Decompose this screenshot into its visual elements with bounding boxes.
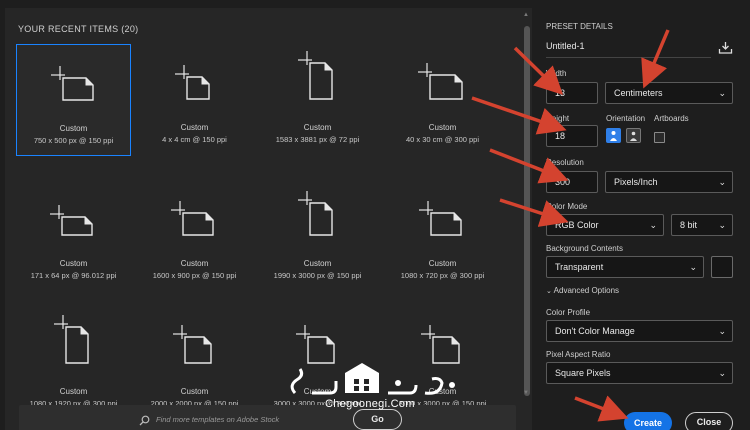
portrait-icon xyxy=(610,131,617,141)
chevron-down-icon: ⌄ xyxy=(689,262,697,272)
portrait-orientation-button[interactable] xyxy=(606,128,621,143)
preset-name-underline xyxy=(546,57,711,58)
recent-item-name: Custom xyxy=(59,124,88,133)
recent-item-dimensions: 1080 x 720 px @ 300 ppi xyxy=(400,271,485,280)
color-profile-value: Don't Color Manage xyxy=(555,326,635,336)
unit-dropdown[interactable]: Centimeters ⌄ xyxy=(605,82,733,104)
recent-item-dimensions: 1583 x 3881 px @ 72 ppi xyxy=(275,135,360,144)
recent-item-tile[interactable]: Custom 4 x 4 cm @ 150 ppi xyxy=(137,44,252,156)
bit-depth-dropdown[interactable]: 8 bit ⌄ xyxy=(671,214,733,236)
scroll-down-arrow-icon[interactable]: ▼ xyxy=(523,390,529,396)
chevron-down-icon: ⌄ xyxy=(546,288,552,295)
color-mode-dropdown[interactable]: RGB Color ⌄ xyxy=(546,214,664,236)
resolution-unit-value: Pixels/Inch xyxy=(614,177,658,187)
recent-item-name: Custom xyxy=(428,259,457,268)
recent-item-tile[interactable]: Custom 40 x 30 cm @ 300 ppi xyxy=(385,44,500,156)
chevron-down-icon: ⌄ xyxy=(718,326,726,336)
recent-item-name: Custom xyxy=(180,259,209,268)
recent-item-name: Custom xyxy=(59,259,88,268)
watermark-logo-icon xyxy=(290,363,455,395)
chevron-down-icon: ⌄ xyxy=(718,88,726,98)
scrollbar[interactable]: ▲ ▼ xyxy=(522,12,532,400)
width-label: Width xyxy=(546,69,567,78)
chevron-down-icon: ⌄ xyxy=(718,220,726,230)
scroll-thumb[interactable] xyxy=(524,26,530,396)
height-label: Height xyxy=(546,114,570,123)
artboards-label: Artboards xyxy=(654,114,689,123)
recent-item-name: Custom xyxy=(428,123,457,132)
unit-value: Centimeters xyxy=(614,88,663,98)
pixel-aspect-ratio-dropdown[interactable]: Square Pixels ⌄ xyxy=(546,362,733,384)
recent-item-dimensions: 171 x 64 px @ 96.012 ppi xyxy=(30,271,117,280)
document-preview-icon xyxy=(173,325,212,364)
bit-depth-value: 8 bit xyxy=(680,220,698,230)
recent-item-dimensions: 1600 x 900 px @ 150 ppi xyxy=(152,271,237,280)
document-preview-icon xyxy=(298,191,333,236)
recent-item-tile[interactable]: Custom 171 x 64 px @ 96.012 ppi xyxy=(16,180,131,292)
recent-items-title: YOUR RECENT ITEMS (20) xyxy=(18,24,139,34)
recent-item-name: Custom xyxy=(303,259,332,268)
color-mode-label: Color Mode xyxy=(546,202,588,211)
chevron-down-icon: ⌄ xyxy=(649,220,657,230)
create-button[interactable]: Create xyxy=(624,412,672,430)
landscape-orientation-button[interactable] xyxy=(626,128,641,143)
recent-item-tile[interactable]: Custom 1990 x 3000 px @ 150 ppi xyxy=(260,180,375,292)
search-icon xyxy=(139,413,150,430)
recent-item-tile[interactable]: Custom 2000 x 2000 px @ 150 ppi xyxy=(137,308,252,420)
recent-item-tile[interactable]: Custom 1080 x 1920 px @ 300 ppi xyxy=(16,308,131,420)
resolution-label: Resolution xyxy=(546,158,584,167)
document-preview-icon xyxy=(171,201,214,236)
chevron-down-icon: ⌄ xyxy=(718,368,726,378)
background-contents-value: Transparent xyxy=(555,262,604,272)
document-preview-icon xyxy=(419,201,462,236)
pixel-aspect-ratio-value: Square Pixels xyxy=(555,368,611,378)
background-contents-dropdown[interactable]: Transparent ⌄ xyxy=(546,256,704,278)
landscape-icon xyxy=(630,131,637,141)
watermark: Chegoonegi.Com xyxy=(270,355,470,417)
color-profile-label: Color Profile xyxy=(546,308,591,317)
close-button[interactable]: Close xyxy=(685,412,733,430)
document-preview-icon xyxy=(50,205,93,236)
recent-item-name: Custom xyxy=(180,123,209,132)
scroll-up-arrow-icon[interactable]: ▲ xyxy=(523,12,529,18)
preset-details-header: PRESET DETAILS xyxy=(546,22,613,31)
document-preview-icon xyxy=(51,66,94,101)
advanced-options-label: Advanced Options xyxy=(553,286,620,295)
recent-item-tile[interactable]: Custom 1080 x 720 px @ 300 ppi xyxy=(385,180,500,292)
recent-item-name: Custom xyxy=(303,123,332,132)
document-preview-icon xyxy=(54,315,89,364)
advanced-options-toggle[interactable]: ⌄ Advanced Options xyxy=(546,286,619,295)
recent-item-dimensions: 40 x 30 cm @ 300 ppi xyxy=(405,135,480,144)
recent-item-name: Custom xyxy=(59,387,88,396)
document-preview-icon xyxy=(418,63,463,100)
recent-item-name: Custom xyxy=(180,387,209,396)
height-input[interactable]: 18 xyxy=(546,125,598,147)
document-preview-icon xyxy=(298,51,333,100)
artboards-checkbox[interactable] xyxy=(654,132,665,143)
orientation-label: Orientation xyxy=(606,114,646,123)
color-mode-value: RGB Color xyxy=(555,220,599,230)
recent-item-tile[interactable]: Custom 1600 x 900 px @ 150 ppi xyxy=(137,180,252,292)
width-input[interactable]: 13 xyxy=(546,82,598,104)
color-profile-dropdown[interactable]: Don't Color Manage ⌄ xyxy=(546,320,733,342)
chevron-down-icon: ⌄ xyxy=(718,177,726,187)
document-preview-icon xyxy=(175,65,210,100)
pixel-aspect-ratio-label: Pixel Aspect Ratio xyxy=(546,350,611,359)
resolution-input[interactable]: 300 xyxy=(546,171,598,193)
save-preset-icon[interactable] xyxy=(718,40,733,60)
watermark-site: Chegoonegi.Com xyxy=(325,398,415,410)
resolution-unit-dropdown[interactable]: Pixels/Inch ⌄ xyxy=(605,171,733,193)
background-color-swatch[interactable] xyxy=(711,256,733,278)
preset-details-panel: PRESET DETAILS Untitled-1 Width 13 Centi… xyxy=(537,0,750,430)
recent-item-dimensions: 1990 x 3000 px @ 150 ppi xyxy=(273,271,362,280)
preset-name-field[interactable]: Untitled-1 xyxy=(546,41,585,51)
recent-item-tile[interactable]: Custom 750 x 500 px @ 150 ppi xyxy=(16,44,131,156)
recent-item-dimensions: 750 x 500 px @ 150 ppi xyxy=(33,136,114,145)
recent-item-dimensions: 4 x 4 cm @ 150 ppi xyxy=(162,135,227,144)
recent-item-tile[interactable]: Custom 1583 x 3881 px @ 72 ppi xyxy=(260,44,375,156)
background-contents-label: Background Contents xyxy=(546,244,623,253)
